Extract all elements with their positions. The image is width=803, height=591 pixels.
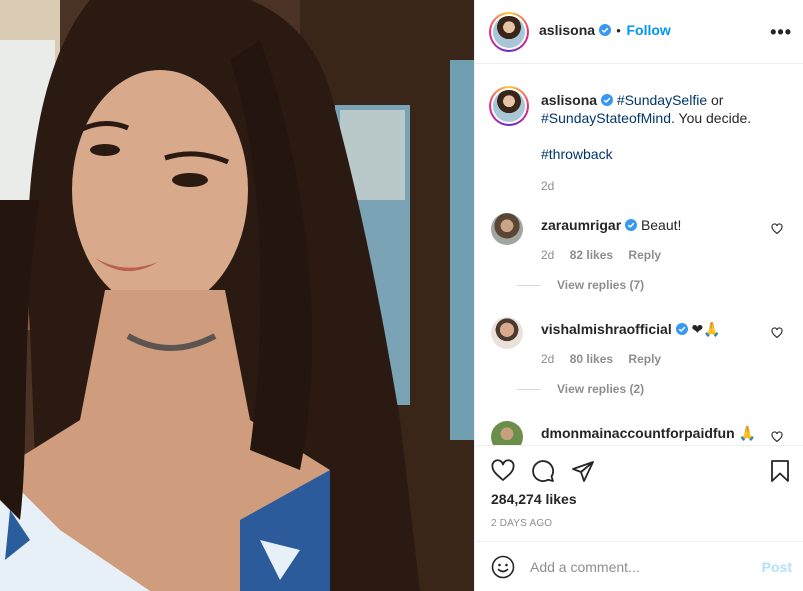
post-comment-button[interactable]: Post bbox=[762, 559, 792, 575]
comments-list[interactable]: aslisona #SundaySelfie or #SundayStateof… bbox=[475, 65, 803, 445]
comment-bubble-icon[interactable] bbox=[531, 459, 555, 483]
hashtag-throwback[interactable]: #throwback bbox=[541, 146, 613, 162]
commenter-avatar[interactable] bbox=[491, 213, 523, 245]
hashtag-sundaystateofmind[interactable]: #SundayStateofMind bbox=[541, 110, 671, 126]
comment-item: vishalmishraofficial ❤🙏 2d 80 likes Repl… bbox=[491, 317, 791, 407]
emoji-smiley-icon[interactable] bbox=[491, 555, 515, 579]
comment-body: Beaut! bbox=[640, 217, 682, 233]
comment-meta: 2d 80 likes Reply bbox=[541, 350, 781, 368]
save-bookmark-icon[interactable] bbox=[768, 459, 792, 483]
view-replies-button[interactable]: View replies (7) bbox=[557, 278, 644, 292]
verified-badge-icon bbox=[600, 94, 613, 106]
author-username[interactable]: aslisona bbox=[539, 22, 595, 38]
caption-text-2: . You decide. bbox=[670, 110, 752, 126]
like-comment-heart-icon[interactable] bbox=[771, 431, 783, 443]
add-comment-bar: Post bbox=[475, 541, 803, 591]
comment-text: zaraumrigar Beaut! 2d 82 likes Reply bbox=[541, 216, 781, 264]
comment-likes[interactable]: 82 likes bbox=[570, 248, 613, 262]
commenter-avatar[interactable] bbox=[491, 421, 523, 445]
post-timestamp[interactable]: 2 DAYS AGO bbox=[491, 518, 552, 529]
comment-item: zaraumrigar Beaut! 2d 82 likes Reply Vie… bbox=[491, 213, 791, 303]
commenter-username[interactable]: zaraumrigar bbox=[541, 217, 621, 233]
reply-button[interactable]: Reply bbox=[628, 352, 661, 366]
verified-badge-icon bbox=[598, 24, 611, 36]
comment-likes[interactable]: 80 likes bbox=[570, 352, 613, 366]
view-replies-button[interactable]: View replies (2) bbox=[557, 382, 644, 396]
comment-body: 🙏 bbox=[738, 425, 756, 441]
post-header: aslisona • Follow ••• bbox=[475, 0, 803, 64]
comment-age[interactable]: 2d bbox=[541, 352, 554, 366]
caption-age[interactable]: 2d bbox=[541, 177, 781, 195]
verified-badge-icon bbox=[675, 323, 688, 335]
comment-input[interactable] bbox=[530, 556, 750, 578]
verified-badge-icon bbox=[625, 219, 638, 231]
more-options-icon[interactable]: ••• bbox=[770, 22, 792, 43]
like-comment-heart-icon[interactable] bbox=[771, 223, 783, 235]
post-actions: 284,274 likes 2 DAYS AGO bbox=[475, 445, 803, 541]
post-side-panel: aslisona • Follow ••• aslisona #SundaySe bbox=[474, 0, 803, 591]
follow-button[interactable]: Follow bbox=[626, 22, 670, 38]
reply-button[interactable]: Reply bbox=[628, 248, 661, 262]
caption-text: aslisona #SundaySelfie or #SundayStateof… bbox=[541, 91, 781, 195]
commenter-username[interactable]: dmonmainaccountforpaidfun bbox=[541, 425, 735, 441]
header-bullet: • bbox=[616, 23, 621, 38]
comment-meta: 2d 82 likes Reply bbox=[541, 246, 781, 264]
comment-age[interactable]: 2d bbox=[541, 248, 554, 262]
commenter-avatar[interactable] bbox=[491, 317, 523, 349]
like-heart-icon[interactable] bbox=[491, 459, 515, 483]
commenter-username[interactable]: vishalmishraofficial bbox=[541, 321, 672, 337]
selfie-image bbox=[0, 0, 474, 591]
post-photo[interactable] bbox=[0, 0, 474, 591]
comment-text: vishalmishraofficial ❤🙏 2d 80 likes Repl… bbox=[541, 320, 781, 368]
header-user-line: aslisona • Follow bbox=[539, 22, 671, 38]
caption-text-1: or bbox=[707, 92, 724, 108]
comment-text: dmonmainaccountforpaidfun 🙏 bbox=[541, 424, 781, 442]
hashtag-sundayselfie[interactable]: #SundaySelfie bbox=[617, 92, 707, 108]
caption-avatar[interactable] bbox=[489, 86, 529, 126]
caption: aslisona #SundaySelfie or #SundayStateof… bbox=[489, 86, 791, 196]
comment-body: ❤🙏 bbox=[691, 321, 721, 337]
caption-username[interactable]: aslisona bbox=[541, 92, 597, 108]
author-avatar[interactable] bbox=[489, 12, 529, 52]
comment-item: dmonmainaccountforpaidfun 🙏 bbox=[491, 421, 791, 445]
like-comment-heart-icon[interactable] bbox=[771, 327, 783, 339]
likes-count[interactable]: 284,274 likes bbox=[491, 491, 577, 507]
share-paper-plane-icon[interactable] bbox=[571, 459, 595, 483]
